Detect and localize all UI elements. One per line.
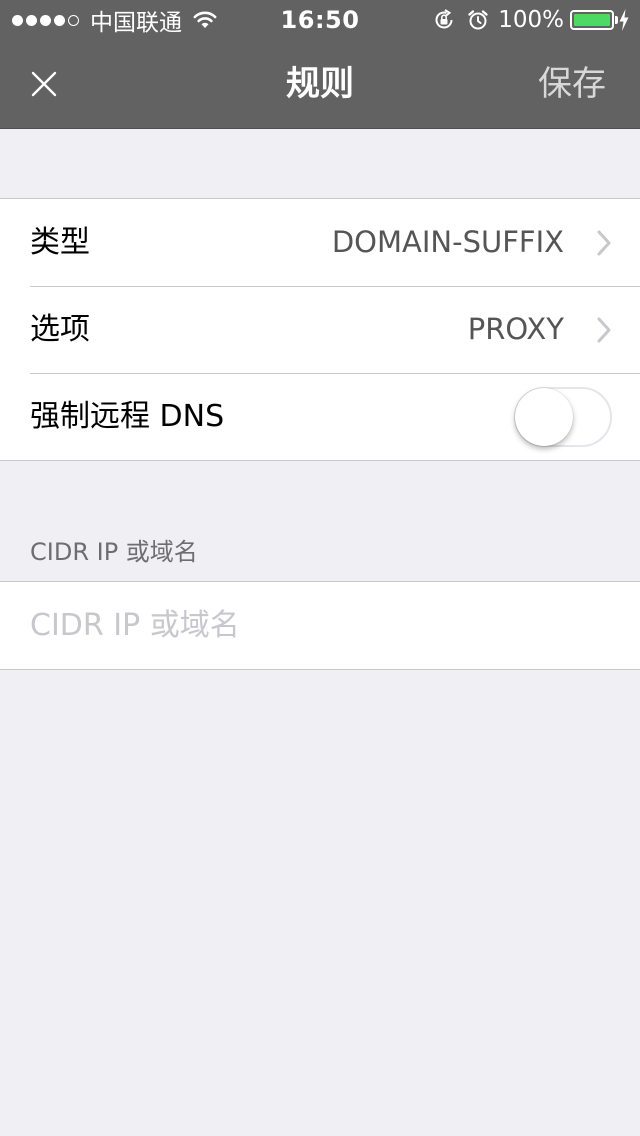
chevron-right-icon — [597, 230, 611, 256]
top-bar: 中国联通 16:50 100% 规则 保存 — [0, 0, 640, 129]
chevron-right-icon — [597, 317, 611, 343]
option-row[interactable]: 选项 PROXY — [0, 286, 640, 373]
type-row[interactable]: 类型 DOMAIN-SUFFIX — [0, 199, 640, 286]
force-remote-dns-toggle[interactable] — [514, 387, 612, 447]
battery-icon — [570, 10, 618, 30]
cidr-input-group — [0, 581, 640, 670]
cidr-ip-or-domain-input[interactable] — [30, 582, 610, 668]
toggle-knob — [515, 388, 573, 446]
cidr-section-header: CIDR IP 或域名 — [30, 538, 198, 566]
type-label: 类型 — [30, 225, 90, 260]
orientation-lock-icon — [435, 9, 453, 29]
save-button[interactable]: 保存 — [538, 62, 606, 106]
rule-settings-group: 类型 DOMAIN-SUFFIX 选项 PROXY 强制远程 DNS — [0, 198, 640, 461]
rule-edit-screen: 中国联通 16:50 100% 规则 保存 类型 DOMAIN-SUFFIX 选… — [0, 0, 640, 1136]
status-bar: 中国联通 16:50 100% — [0, 0, 640, 40]
cidr-input-row — [0, 582, 640, 669]
force-remote-dns-label: 强制远程 DNS — [30, 399, 225, 434]
option-value: PROXY — [467, 312, 564, 346]
navigation-bar: 规则 保存 — [0, 40, 640, 128]
force-remote-dns-row: 强制远程 DNS — [0, 373, 640, 460]
charging-bolt-icon — [619, 9, 629, 31]
alarm-icon — [468, 10, 488, 30]
option-label: 选项 — [30, 312, 90, 347]
status-right: 100% — [432, 6, 630, 34]
type-value: DOMAIN-SUFFIX — [331, 225, 564, 259]
battery-percent: 100% — [498, 7, 564, 33]
